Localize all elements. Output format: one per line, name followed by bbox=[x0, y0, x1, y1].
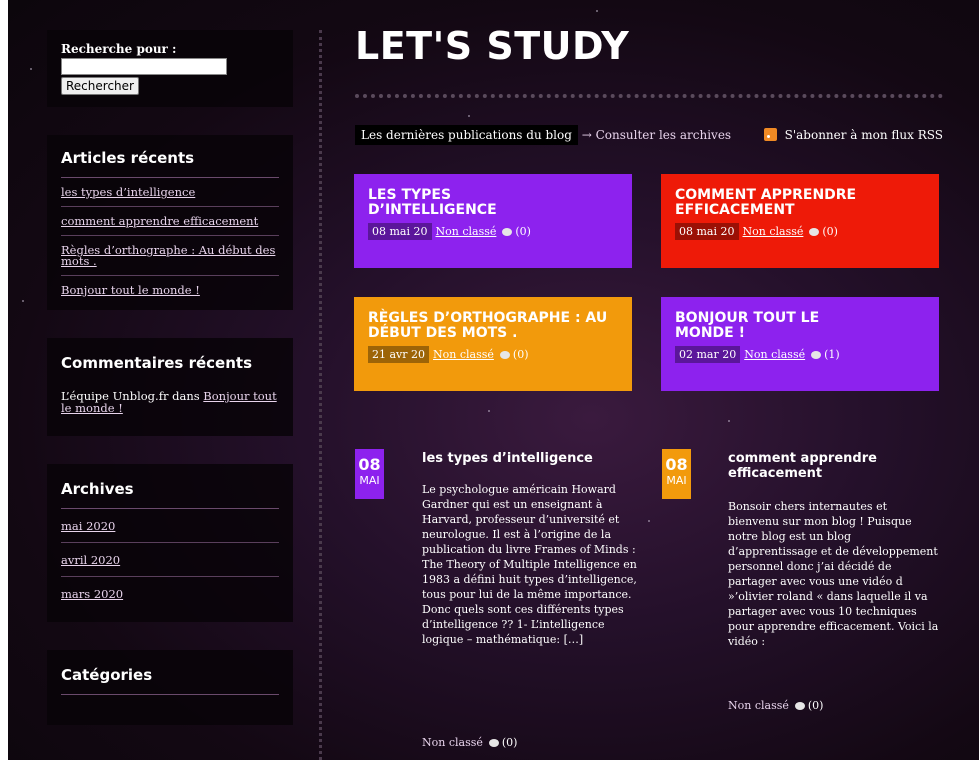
post-day: 08 bbox=[358, 455, 381, 474]
site-title[interactable]: LET'S STUDY bbox=[355, 24, 629, 68]
star bbox=[648, 520, 650, 522]
recent-posts-title: Articles récents bbox=[61, 149, 279, 178]
comment-bubble-icon bbox=[809, 228, 820, 236]
archives-list: mai 2020 avril 2020 mars 2020 bbox=[61, 509, 279, 610]
card-comments[interactable]: (0) bbox=[822, 225, 838, 238]
card-comments[interactable]: (0) bbox=[513, 348, 529, 361]
categories-title: Catégories bbox=[61, 666, 279, 695]
column-divider bbox=[319, 30, 322, 760]
card-comments[interactable]: (0) bbox=[515, 225, 531, 238]
post-comments[interactable]: (0) bbox=[502, 736, 518, 749]
star bbox=[468, 115, 470, 117]
featured-card[interactable]: LES TYPES D’INTELLIGENCE 08 mai 20 Non cl… bbox=[354, 174, 632, 268]
card-meta: 02 mar 20 Non classé (1) bbox=[675, 346, 925, 363]
card-meta: 08 mai 20 Non classé (0) bbox=[368, 223, 618, 240]
archive-link[interactable]: mars 2020 bbox=[61, 587, 123, 601]
card-category-link[interactable]: Non classé bbox=[433, 348, 494, 361]
recent-comments-title: Commentaires récents bbox=[61, 354, 252, 372]
star bbox=[30, 68, 32, 70]
star bbox=[596, 10, 598, 12]
card-date: 02 mar 20 bbox=[675, 346, 741, 363]
star bbox=[488, 410, 490, 412]
post-title[interactable]: comment apprendre efficacement bbox=[728, 451, 908, 481]
comment-bubble-icon bbox=[488, 739, 499, 747]
archive-link[interactable]: mai 2020 bbox=[61, 519, 115, 533]
recent-posts-list: les types d’intelligence comment apprend… bbox=[61, 178, 279, 304]
list-item: les types d’intelligence bbox=[61, 178, 279, 207]
latest-publications-bar: Les dernières publications du blog → Con… bbox=[355, 125, 943, 147]
archive-link[interactable]: avril 2020 bbox=[61, 553, 120, 567]
post-footer: Non classé (0) bbox=[728, 699, 823, 712]
card-title[interactable]: LES TYPES D’INTELLIGENCE bbox=[368, 188, 518, 218]
card-category-link[interactable]: Non classé bbox=[436, 225, 497, 238]
latest-label: Les dernières publications du blog bbox=[355, 125, 578, 145]
archives-title: Archives bbox=[61, 480, 279, 509]
card-meta: 08 mai 20 Non classé (0) bbox=[675, 223, 925, 240]
search-input[interactable] bbox=[61, 58, 227, 75]
post-excerpt: Bonsoir chers internautes et bienvenu su… bbox=[728, 500, 939, 648]
recent-post-link[interactable]: comment apprendre efficacement bbox=[61, 214, 258, 228]
list-item: mai 2020 bbox=[61, 509, 279, 543]
post-excerpt: Le psychologue américain Howard Gardner … bbox=[422, 483, 637, 646]
card-title[interactable]: BONJOUR TOUT LE MONDE ! bbox=[675, 311, 845, 341]
list-item: mars 2020 bbox=[61, 577, 279, 610]
sidebar: Recherche pour : Rechercher Articles réc… bbox=[47, 30, 293, 753]
card-comments[interactable]: (1) bbox=[824, 348, 840, 361]
featured-card[interactable]: COMMENT APPRENDRE EFFICACEMENT 08 mai 20… bbox=[661, 174, 939, 268]
comment-connector: dans bbox=[168, 389, 204, 403]
list-item: avril 2020 bbox=[61, 543, 279, 577]
card-date: 08 mai 20 bbox=[675, 223, 739, 240]
archives-widget: Archives mai 2020 avril 2020 mars 2020 bbox=[47, 464, 293, 622]
featured-card[interactable]: BONJOUR TOUT LE MONDE ! 02 mar 20 Non cla… bbox=[661, 297, 939, 391]
title-divider bbox=[355, 94, 943, 98]
card-category-link[interactable]: Non classé bbox=[744, 348, 805, 361]
post-month: MAI bbox=[666, 474, 687, 487]
comment-bubble-icon bbox=[794, 702, 805, 710]
rss-label[interactable]: S'abonner à mon flux RSS bbox=[785, 128, 943, 142]
rss-icon[interactable] bbox=[763, 128, 777, 141]
recent-post-link[interactable]: Bonjour tout le monde ! bbox=[61, 283, 200, 297]
post-category-link[interactable]: Non classé bbox=[728, 699, 789, 712]
post-category-link[interactable]: Non classé bbox=[422, 736, 483, 749]
rss-link[interactable]: S'abonner à mon flux RSS bbox=[763, 128, 943, 142]
search-label: Recherche pour : bbox=[61, 42, 177, 56]
post-date-badge: 08 MAI bbox=[355, 449, 384, 499]
featured-card[interactable]: RÈGLES D’ORTHOGRAPHE : AU DÉBUT DES MOTS… bbox=[354, 297, 632, 391]
recent-comments-widget: Commentaires récents L’équipe Unblog.fr … bbox=[47, 338, 293, 436]
post-date-badge: 08 MAI bbox=[662, 449, 691, 499]
card-meta: 21 avr 20 Non classé (0) bbox=[368, 346, 618, 363]
list-item: Bonjour tout le monde ! bbox=[61, 276, 279, 304]
search-widget: Recherche pour : Rechercher bbox=[47, 30, 293, 107]
card-category-link[interactable]: Non classé bbox=[743, 225, 804, 238]
page-background: Recherche pour : Rechercher Articles réc… bbox=[8, 0, 979, 760]
list-item: comment apprendre efficacement bbox=[61, 207, 279, 236]
star bbox=[22, 300, 24, 302]
post-title[interactable]: les types d’intelligence bbox=[422, 451, 642, 466]
recent-comment-entry: L’équipe Unblog.fr dans Bonjour tout le … bbox=[61, 378, 279, 414]
comment-bubble-icon bbox=[811, 351, 822, 359]
comment-bubble-icon bbox=[499, 351, 510, 359]
comment-bubble-icon bbox=[502, 228, 513, 236]
card-date: 08 mai 20 bbox=[368, 223, 432, 240]
archives-link[interactable]: → Consulter les archives bbox=[582, 128, 731, 142]
post-day: 08 bbox=[665, 455, 688, 474]
recent-posts-widget: Articles récents les types d’intelligenc… bbox=[47, 135, 293, 310]
search-button[interactable]: Rechercher bbox=[61, 77, 139, 95]
card-date: 21 avr 20 bbox=[368, 346, 430, 363]
post-comments[interactable]: (0) bbox=[808, 699, 824, 712]
categories-widget: Catégories bbox=[47, 650, 293, 725]
recent-post-link[interactable]: les types d’intelligence bbox=[61, 185, 195, 199]
recent-post-link[interactable]: Règles d’orthographe : Au début des mots… bbox=[61, 243, 275, 268]
post-month: MAI bbox=[359, 474, 380, 487]
list-item: Règles d’orthographe : Au début des mots… bbox=[61, 236, 279, 276]
card-title[interactable]: COMMENT APPRENDRE EFFICACEMENT bbox=[675, 188, 875, 218]
card-title[interactable]: RÈGLES D’ORTHOGRAPHE : AU DÉBUT DES MOTS… bbox=[368, 311, 608, 341]
star bbox=[728, 420, 730, 422]
post-footer: Non classé (0) bbox=[422, 736, 517, 749]
